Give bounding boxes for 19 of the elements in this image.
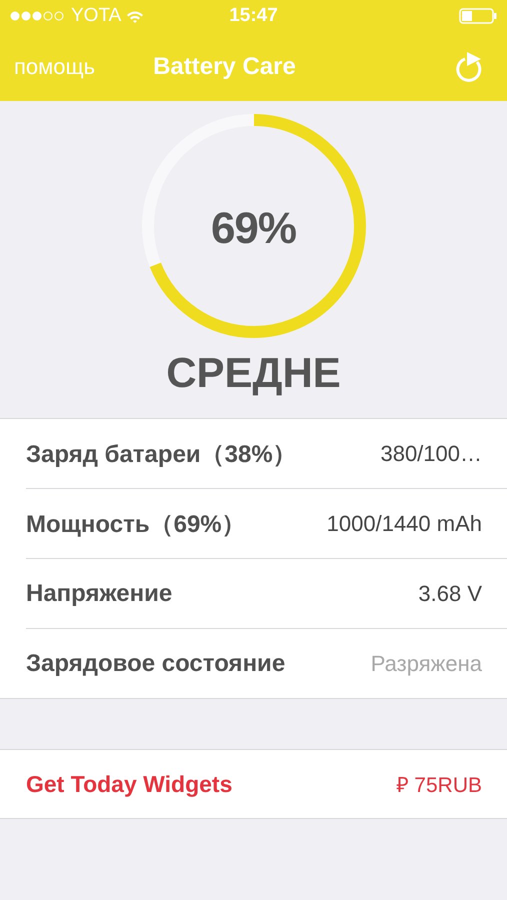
promo-label: Get Today Widgets xyxy=(26,770,232,798)
price-label: ₽ 75RUB xyxy=(396,773,482,798)
row-label: Напряжение xyxy=(26,580,172,608)
percent-reading: 69% xyxy=(210,204,298,254)
nav-title: Battery Care xyxy=(153,52,296,80)
row-label: Заряд батареи（38%） xyxy=(26,440,297,470)
row-value: 1000/1440 mAh xyxy=(326,510,482,536)
row-value: Разряжена xyxy=(370,650,482,676)
wifi-icon xyxy=(126,10,144,22)
row-label: Зарядовое состояние xyxy=(26,650,286,678)
purchase-row[interactable]: Get Today Widgets ₽ 75RUB xyxy=(0,749,507,819)
status-time: 15:47 xyxy=(228,5,279,27)
row-label: Мощность（69%） xyxy=(26,510,246,540)
row-value: 3.68 V xyxy=(418,580,482,606)
carrier-name: YOTA xyxy=(71,5,122,27)
battery-status: СРЕДНЕ xyxy=(166,349,341,398)
signal-icon xyxy=(10,11,66,21)
row-value: 380/100… xyxy=(380,440,482,466)
battery-icon xyxy=(459,8,497,24)
